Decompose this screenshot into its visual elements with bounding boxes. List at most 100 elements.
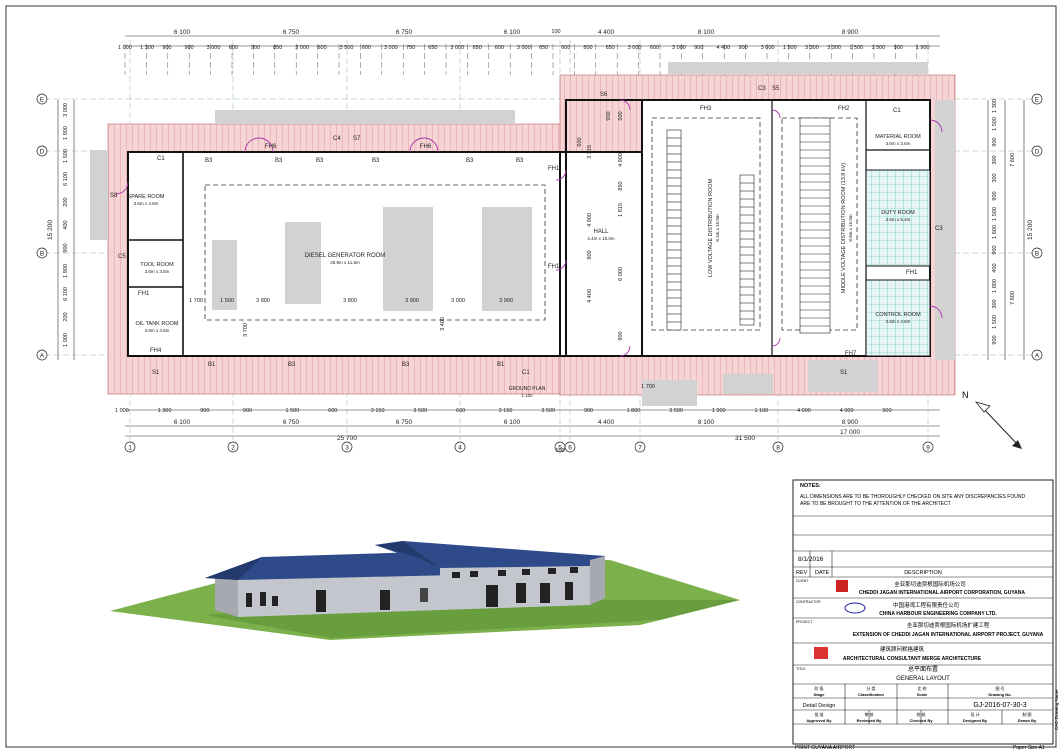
col-en-drawing: Drawing No. — [988, 692, 1011, 697]
col-cn-scale: 比 例 — [917, 685, 926, 691]
architect-cn: 建筑顾问默格建筑 — [880, 645, 925, 653]
grid-row-label: B — [1035, 251, 1039, 258]
drawing-number: GJ-2016-07-30-3 — [973, 702, 1026, 709]
date-label: DATE — [815, 570, 830, 576]
room-tool-area: 3.6m x 3.5m — [145, 269, 170, 274]
room-lv-name: LOW VOLTAGE DISTRIBUTION ROOM — [708, 178, 714, 277]
room-generator-name: DIESEL GENERATOR ROOM — [305, 253, 386, 259]
col-cn-drawing: 图 号 — [995, 685, 1004, 691]
description-label: DESCRIPTION — [904, 570, 942, 576]
sign-en-drawn: Drawn By — [1018, 718, 1037, 723]
dim-left: 1 000 — [63, 333, 69, 347]
tag-fh2: FH2 — [838, 106, 850, 112]
client-logo — [836, 580, 848, 592]
stage-value: Detail Design — [803, 703, 836, 709]
dim-left: 6 100 — [63, 172, 69, 186]
title-cn: 总平面布置 — [908, 665, 938, 673]
dim-top-minor: 600 — [317, 45, 326, 51]
dim-bottom-major: 6 100 — [504, 419, 521, 426]
dim-inner: 4 900 — [618, 153, 624, 167]
dim-right: 300 — [992, 299, 998, 308]
dim-top-minor: 650 — [428, 45, 437, 51]
dim-hall-bottom: 1 700 — [641, 384, 655, 390]
dim-top-minor: 3 000 — [628, 45, 642, 51]
col-en-stage: Stage — [814, 692, 826, 697]
tag-b3-f: B3 — [516, 158, 524, 164]
dim-right: 1 500 — [992, 117, 998, 131]
dim-bottom-minor: 600 — [456, 408, 465, 414]
notes-text-2: ARE TO BE BROUGHT TO THE ATTENTION OF TH… — [800, 501, 951, 507]
dim-top-minor: 750 — [406, 45, 415, 51]
dim-top-minor: 3 000 — [384, 45, 398, 51]
tag-b3-a: B3 — [205, 158, 213, 164]
title-en: GENERAL LAYOUT — [896, 676, 950, 682]
dim-bottom-minor: 1 900 — [712, 408, 726, 414]
dim-inner: 3 800 — [343, 298, 357, 304]
grid-row-label: D — [1035, 149, 1040, 156]
dim-inner: 4 400 — [587, 289, 593, 303]
hall-area — [559, 151, 643, 357]
dim-bottom-major: 6 750 — [283, 419, 300, 426]
generator-3 — [383, 207, 433, 311]
dim-inner: 4 900 — [587, 213, 593, 227]
contractor-en: CHINA HARBOUR ENGINEERING COMPANY LTD. — [879, 611, 997, 617]
grid-row-label: D — [40, 149, 45, 156]
dim-right: 300 — [992, 173, 998, 182]
grid-col-label: 2 — [231, 445, 235, 452]
cad-drawing-name: CAD Drawing Name — [1054, 689, 1059, 730]
top-drain-right — [668, 62, 928, 74]
grid-row-label: E — [1035, 97, 1040, 104]
dim-bottom-minor: 900 — [882, 408, 891, 414]
dim-top-major: 4 400 — [598, 29, 615, 36]
dim-right: 400 — [992, 263, 998, 272]
plan-scale: 1:100 — [521, 393, 533, 398]
tag-c4: C4 — [333, 136, 341, 142]
sign-en-reviewed: Reviewed By — [857, 718, 882, 723]
dim-left: 3 000 — [63, 103, 69, 117]
dim-bottom-minor: 4 000 — [797, 408, 811, 414]
paper-size: Paper Size A1 — [1013, 745, 1045, 751]
dim-top-minor: 1 500 — [849, 45, 863, 51]
architect-logo — [814, 647, 828, 659]
sign-cn-drawn: 制 图 — [1022, 711, 1031, 717]
dim-inner: 900 — [618, 331, 624, 340]
drawing-sheet: 6 100 6 750 6 750 6 100 4 400 8 100 8 900 1 000… — [5, 5, 1059, 751]
room-spare-name: SPARE ROOM — [128, 194, 165, 200]
dim-right: 900 — [992, 335, 998, 344]
client-cn: 圭亚那切迪贾根国际机场公司 — [894, 580, 966, 588]
bottom-pad-3 — [808, 360, 878, 392]
room-oiltank-name: OIL TANK ROOM — [136, 321, 179, 327]
col-en-class: Classification — [858, 692, 885, 697]
tag-c3-a: C3 — [758, 86, 766, 92]
dim-inner: 3 700 — [243, 323, 249, 337]
dim-right-total-part: 7 600 — [1010, 291, 1016, 305]
tag-c1-c: C1 — [893, 108, 901, 114]
tag-s7: S7 — [353, 136, 361, 142]
grid-row-label: E — [40, 97, 45, 104]
dim-top-minor: 650 — [473, 45, 482, 51]
dim-bottom-minor: 600 — [328, 408, 337, 414]
dim-bottom-minor: 3 500 — [669, 408, 683, 414]
tag-c5: C5 — [118, 254, 126, 260]
dim-bottom-minor: 900 — [584, 408, 593, 414]
dim-inner: 600 — [577, 137, 583, 146]
tag-b3-b: B3 — [275, 158, 283, 164]
dim-top-minor: 3 000 — [207, 45, 221, 51]
dim-top-minor: 3 000 — [295, 45, 309, 51]
col-cn-class: 分 类 — [866, 685, 875, 691]
room-duty-area: 3.6m x 5.4m — [886, 217, 911, 222]
tag-fh3: FH3 — [700, 106, 712, 112]
tag-fh6-b: FH6 — [420, 144, 432, 150]
dim-top-minor: 900 — [894, 45, 903, 51]
contractor-logo — [844, 602, 866, 614]
dim-left: 6 100 — [63, 287, 69, 301]
notes-text-1: ALL DIMENSIONS ARE TO BE THOROUGHLY CHEC… — [800, 494, 1025, 500]
tag-fh4: FH4 — [150, 348, 162, 354]
dim-bottom-minor: 1 000 — [115, 408, 129, 414]
dim-top-minor: 1 500 — [783, 45, 797, 51]
room-hall-area: 4.4m x 15.0m — [587, 236, 615, 241]
tag-c1-a: C1 — [157, 156, 165, 162]
dim-inner: 3 800 — [256, 298, 270, 304]
dim-top-minor: 1 500 — [872, 45, 886, 51]
dim-bottom-major: 8 900 — [842, 419, 859, 426]
